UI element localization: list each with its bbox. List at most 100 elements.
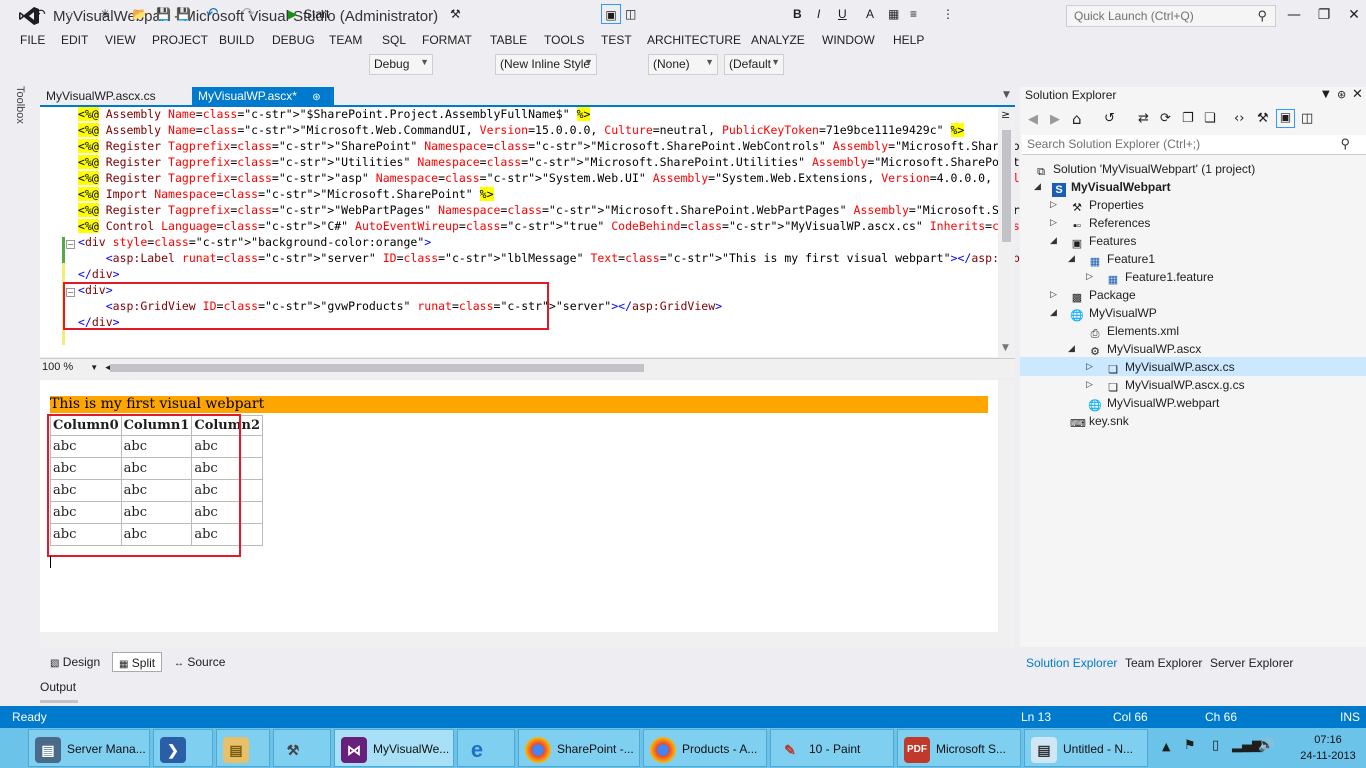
tree-item-myvisualwp-webpart[interactable]: 🌐 MyVisualWP.webpart bbox=[1088, 394, 1219, 412]
editor-horizontal-scroll-thumb[interactable] bbox=[110, 364, 644, 372]
back-icon[interactable]: ◀ bbox=[1028, 112, 1038, 127]
tab-team-explorer[interactable]: Team Explorer bbox=[1125, 656, 1202, 670]
taskbar-visual-studio[interactable]: ⋈ MyVisualWe... bbox=[334, 729, 454, 767]
tab-myvisualwp-ascx[interactable]: MyVisualWP.ascx* ⊛ ✕ bbox=[192, 87, 334, 117]
tree-item-myvisualwp-ascx-cs[interactable]: ❏ MyVisualWP.ascx.cs bbox=[1106, 358, 1235, 376]
editor-scroll-thumb[interactable] bbox=[1002, 130, 1011, 242]
save-icon[interactable]: 💾 bbox=[156, 4, 171, 24]
font-select[interactable]: (Default ▼ bbox=[724, 54, 784, 75]
italic-button[interactable]: I bbox=[817, 4, 820, 24]
taskbar-paint[interactable]: ✎ 10 - Paint bbox=[770, 729, 894, 767]
pin-icon[interactable]: ⊛ bbox=[312, 92, 320, 103]
menu-edit[interactable]: EDIT bbox=[61, 33, 88, 47]
design-view-tab[interactable]: ▧ Design bbox=[44, 652, 106, 672]
close-panel-icon[interactable]: ✕ bbox=[1352, 87, 1363, 102]
tree-item-features[interactable]: ▣ Features bbox=[1070, 232, 1137, 250]
taskbar-internet-explorer[interactable]: e bbox=[457, 729, 515, 767]
refresh-icon[interactable]: ⟳ bbox=[1160, 111, 1171, 126]
tree-item-properties[interactable]: ⚒ Properties bbox=[1070, 196, 1144, 214]
expanded-arrow-icon[interactable]: ◢ bbox=[1050, 304, 1057, 322]
close-window-button[interactable]: ✕ bbox=[1340, 4, 1366, 26]
collapsed-arrow-icon[interactable]: ▷ bbox=[1086, 268, 1093, 286]
menu-team[interactable]: TEAM bbox=[329, 33, 362, 47]
open-file-icon[interactable]: 📂 bbox=[132, 4, 147, 24]
restore-button[interactable]: ❐ bbox=[1310, 4, 1338, 26]
taskbar-tools[interactable]: ⚒ bbox=[273, 729, 331, 767]
home-icon[interactable]: ⌂ bbox=[1072, 110, 1082, 128]
tree-item-references[interactable]: ▪▫ References bbox=[1070, 214, 1150, 232]
output-tab[interactable]: Output bbox=[40, 680, 76, 694]
taskbar-explorer[interactable]: ▤ bbox=[216, 729, 270, 767]
scroll-down-icon[interactable]: ▼ bbox=[1002, 343, 1009, 353]
highlight-icon[interactable]: ▦ bbox=[888, 4, 899, 24]
split-view-tab[interactable]: ▦ Split bbox=[112, 652, 163, 672]
tree-item-feature1[interactable]: ▦ Feature1 bbox=[1088, 250, 1155, 268]
bold-button[interactable]: B bbox=[793, 4, 802, 24]
new-project-icon[interactable]: ✳ bbox=[100, 4, 110, 24]
view-code-icon[interactable]: ‹› bbox=[1234, 111, 1244, 126]
collapse-all-icon[interactable]: ❐ bbox=[1182, 111, 1194, 126]
menu-debug[interactable]: DEBUG bbox=[272, 33, 315, 47]
undo-icon[interactable]: ↶ bbox=[206, 4, 219, 24]
start-button[interactable]: Start bbox=[304, 4, 329, 24]
expanded-arrow-icon[interactable]: ◢ bbox=[1068, 250, 1075, 268]
taskbar-notepad[interactable]: ▤ Untitled - N... bbox=[1024, 729, 1148, 767]
minimize-button[interactable]: — bbox=[1280, 4, 1308, 26]
tree-item-feature1-feature[interactable]: ▦ Feature1.feature bbox=[1106, 268, 1214, 286]
collapse-icon[interactable]: − bbox=[66, 240, 75, 249]
expanded-arrow-icon[interactable]: ◢ bbox=[1050, 232, 1057, 250]
menu-table[interactable]: TABLE bbox=[490, 33, 527, 47]
preview-icon[interactable]: ▣ bbox=[1276, 109, 1295, 128]
tree-item-key-snk[interactable]: ⌨ key.snk bbox=[1070, 412, 1129, 430]
forward-icon[interactable]: ○ bbox=[66, 4, 73, 24]
tree-item-solution[interactable]: ⧉ Solution 'MyVisualWebpart' (1 project) bbox=[1034, 160, 1255, 178]
menu-view[interactable]: VIEW bbox=[105, 33, 136, 47]
properties-icon[interactable]: ⚒ bbox=[1257, 111, 1269, 126]
collapsed-arrow-icon[interactable]: ▷ bbox=[1086, 376, 1093, 394]
menu-test[interactable]: TEST bbox=[601, 33, 632, 47]
solution-search-input[interactable]: Search Solution Explorer (Ctrl+;) ⚲ bbox=[1022, 135, 1366, 155]
tree-item-myvisualwp-ascx-g-cs[interactable]: ❏ MyVisualWP.ascx.g.cs bbox=[1106, 376, 1245, 394]
show-hidden-icons[interactable]: ▲ bbox=[1162, 740, 1170, 753]
menu-sql[interactable]: SQL bbox=[382, 33, 406, 47]
battery-icon[interactable]: ▯ bbox=[1212, 738, 1219, 753]
back-icon[interactable]: ↶ bbox=[34, 4, 46, 24]
block-format-select[interactable]: (None) ▼ bbox=[648, 54, 718, 75]
tab-dropdown-icon[interactable]: ▼ bbox=[1003, 90, 1010, 100]
collapsed-arrow-icon[interactable]: ▷ bbox=[1050, 196, 1057, 214]
source-view-tab[interactable]: ↔ Source bbox=[168, 652, 231, 672]
forward-icon[interactable]: ▶ bbox=[1050, 112, 1060, 127]
tab-server-explorer[interactable]: Server Explorer bbox=[1210, 656, 1293, 670]
panel-dropdown-icon[interactable]: ▼ bbox=[1322, 89, 1330, 100]
style-select[interactable]: (New Inline Style ▼ bbox=[495, 54, 597, 75]
sync-icon[interactable]: ⇄ bbox=[1138, 111, 1149, 126]
split-icon[interactable]: ≥ bbox=[1001, 108, 1010, 121]
collapsed-arrow-icon[interactable]: ▷ bbox=[1050, 214, 1057, 232]
show-all-files-icon[interactable]: ❏ bbox=[1204, 111, 1216, 126]
menu-format[interactable]: FORMAT bbox=[422, 33, 472, 47]
menu-window[interactable]: WINDOW bbox=[822, 33, 875, 47]
tree-item-myvisualwp[interactable]: 🌐 MyVisualWP bbox=[1070, 304, 1157, 322]
target-rule-icon[interactable]: ▣ bbox=[601, 4, 621, 24]
volume-icon[interactable]: 🔊 bbox=[1258, 738, 1274, 753]
label-message[interactable]: This is my first visual webpart bbox=[50, 396, 988, 413]
zoom-select[interactable]: 100 % ▼ ◀ bbox=[42, 361, 112, 373]
tree-item-project[interactable]: S MyVisualWebpart bbox=[1052, 178, 1171, 197]
menu-analyze[interactable]: ANALYZE bbox=[751, 33, 805, 47]
tree-item-package[interactable]: ▩ Package bbox=[1070, 286, 1136, 304]
menu-architecture[interactable]: ARCHITECTURE bbox=[647, 33, 741, 47]
configuration-select[interactable]: Debug ▼ bbox=[369, 54, 433, 75]
expanded-arrow-icon[interactable]: ◢ bbox=[1034, 178, 1041, 196]
bullets-icon[interactable]: ⋮ bbox=[942, 4, 954, 24]
manage-styles-icon[interactable]: ◫ bbox=[625, 4, 636, 24]
design-horizontal-scrollbar[interactable] bbox=[40, 632, 998, 648]
redo-icon[interactable]: ↷ bbox=[242, 4, 255, 24]
tree-item-myvisualwp-ascx[interactable]: ⚙ MyVisualWP.ascx bbox=[1088, 340, 1201, 358]
pending-changes-icon[interactable]: ↺ bbox=[1104, 111, 1115, 126]
align-icon[interactable]: ≡ bbox=[910, 4, 917, 24]
design-vertical-scrollbar[interactable] bbox=[998, 380, 1015, 648]
toolbox-tab[interactable]: Toolbox bbox=[14, 86, 26, 124]
taskbar-pdf[interactable]: PDF Microsoft S... bbox=[897, 729, 1021, 767]
menu-help[interactable]: HELP bbox=[893, 33, 924, 47]
menu-file[interactable]: FILE bbox=[20, 33, 45, 47]
